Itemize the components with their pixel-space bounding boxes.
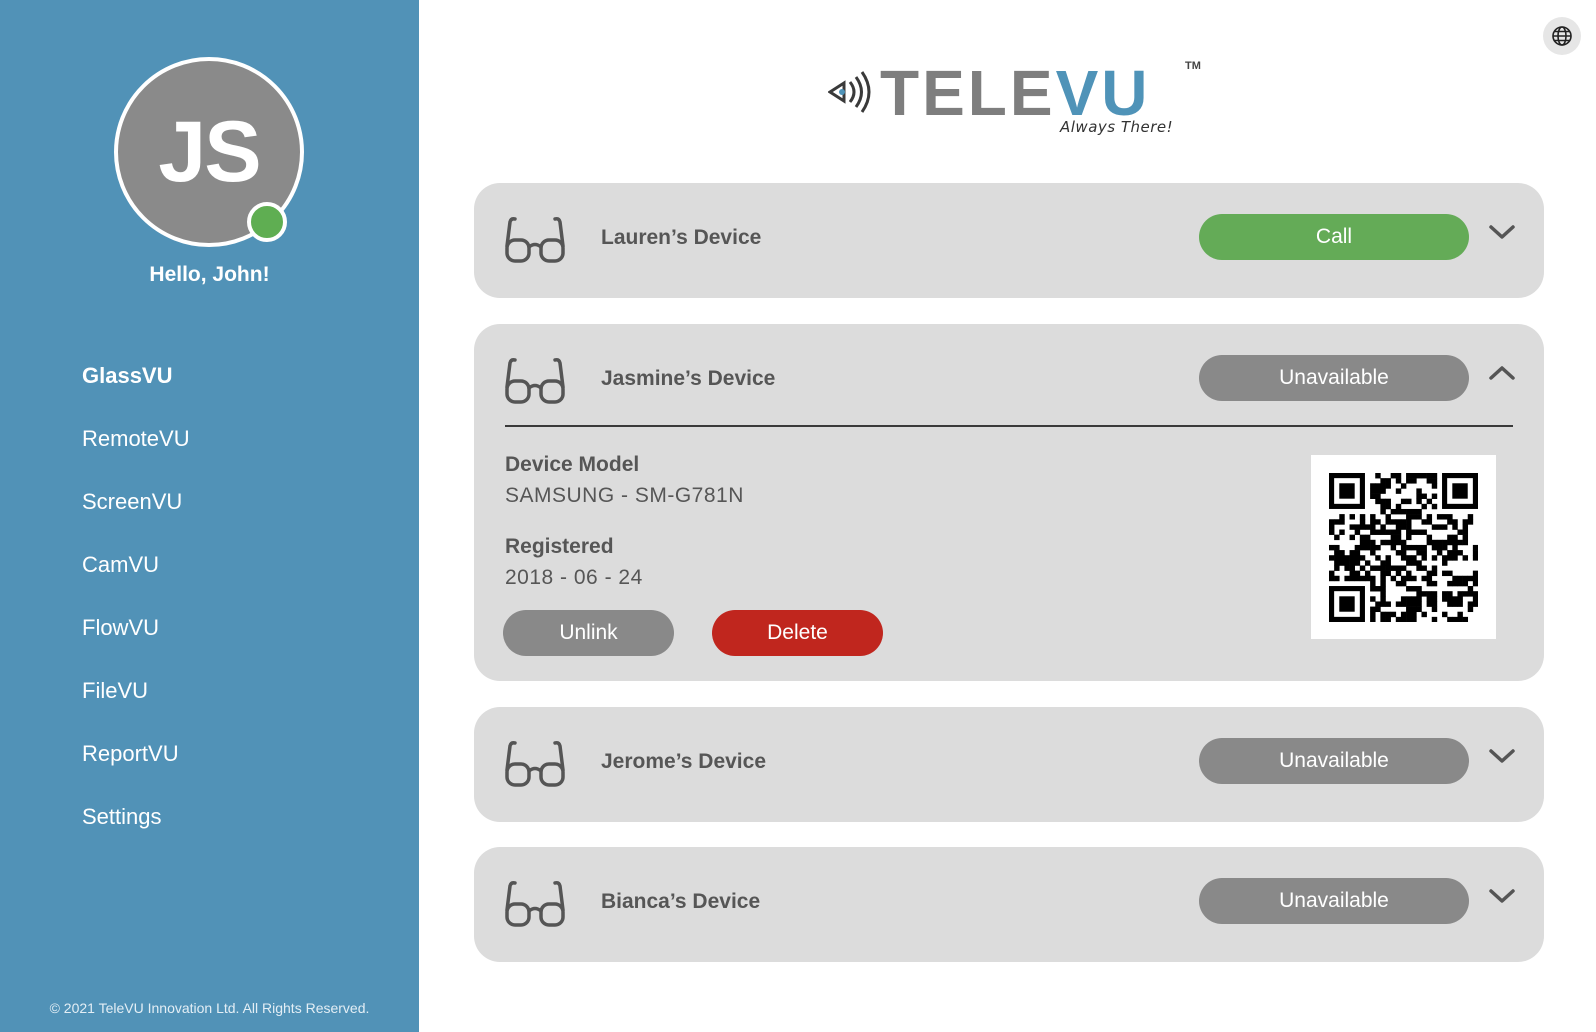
- sidebar-item-camvu[interactable]: CamVU: [82, 547, 190, 610]
- unavailable-status-button[interactable]: Unavailable: [1199, 355, 1469, 401]
- unavailable-status-button[interactable]: Unavailable: [1199, 878, 1469, 924]
- sidebar-item-settings[interactable]: Settings: [82, 799, 190, 862]
- online-status-indicator: [247, 202, 287, 242]
- device-card-expanded: Jasmine’s Device Unavailable Device Mode…: [474, 324, 1544, 681]
- device-model-value: SAMSUNG - SM-G781N: [505, 484, 744, 507]
- qr-code-pattern: [1329, 473, 1478, 622]
- call-button[interactable]: Call: [1199, 214, 1469, 260]
- logo-tele: TELE: [880, 57, 1056, 129]
- sidebar-item-screenvu[interactable]: ScreenVU: [82, 484, 190, 547]
- copyright-text: © 2021 TeleVU Innovation Ltd. All Rights…: [49, 1000, 370, 1016]
- chevron-up-icon[interactable]: [1488, 364, 1516, 382]
- delete-button[interactable]: Delete: [712, 610, 883, 656]
- logo-tagline: Always There!: [1060, 118, 1174, 136]
- language-button[interactable]: [1543, 17, 1581, 55]
- device-name: Bianca’s Device: [601, 890, 761, 913]
- glasses-icon: [505, 881, 565, 927]
- sidebar-item-reportvu[interactable]: ReportVU: [82, 736, 190, 799]
- device-card: Lauren’s Device Call: [474, 183, 1544, 298]
- sidebar: JS Hello, John! GlassVU RemoteVU ScreenV…: [0, 0, 419, 1032]
- qr-code: [1311, 455, 1496, 639]
- globe-icon: [1552, 26, 1572, 46]
- device-card: Bianca’s Device Unavailable: [474, 847, 1544, 962]
- sidebar-nav: GlassVU RemoteVU ScreenVU CamVU FlowVU F…: [82, 358, 190, 862]
- device-name: Jerome’s Device: [601, 750, 766, 773]
- speaker-waves-icon: [828, 71, 871, 113]
- device-model-label: Device Model: [505, 453, 640, 476]
- device-card-header[interactable]: Jasmine’s Device Unavailable: [474, 324, 1544, 439]
- chevron-down-icon[interactable]: [1488, 747, 1516, 765]
- unavailable-status-button[interactable]: Unavailable: [1199, 738, 1469, 784]
- registered-value: 2018 - 06 - 24: [505, 566, 643, 589]
- sidebar-item-glassvu[interactable]: GlassVU: [82, 358, 190, 421]
- device-name: Lauren’s Device: [601, 226, 762, 249]
- glasses-icon: [505, 741, 565, 787]
- televu-logo: TELEVU TM Always There!: [828, 56, 1208, 146]
- avatar-initials: JS: [158, 103, 261, 200]
- chevron-down-icon[interactable]: [1488, 887, 1516, 905]
- greeting-text: Hello, John!: [149, 263, 270, 286]
- registered-label: Registered: [505, 535, 614, 558]
- device-card-header[interactable]: Jerome’s Device Unavailable: [474, 707, 1544, 822]
- card-divider: [505, 425, 1513, 427]
- device-card: Jerome’s Device Unavailable: [474, 707, 1544, 822]
- sidebar-item-filevu[interactable]: FileVU: [82, 673, 190, 736]
- logo-trademark: TM: [1185, 60, 1201, 72]
- chevron-down-icon[interactable]: [1488, 223, 1516, 241]
- device-card-header[interactable]: Bianca’s Device Unavailable: [474, 847, 1544, 962]
- sidebar-item-remotevu[interactable]: RemoteVU: [82, 421, 190, 484]
- device-card-header[interactable]: Lauren’s Device Call: [474, 183, 1544, 298]
- sidebar-item-flowvu[interactable]: FlowVU: [82, 610, 190, 673]
- unlink-button[interactable]: Unlink: [503, 610, 674, 656]
- device-name: Jasmine’s Device: [601, 367, 776, 390]
- app-root: JS Hello, John! GlassVU RemoteVU ScreenV…: [0, 0, 1596, 1032]
- glasses-icon: [505, 217, 565, 263]
- glasses-icon: [505, 358, 565, 404]
